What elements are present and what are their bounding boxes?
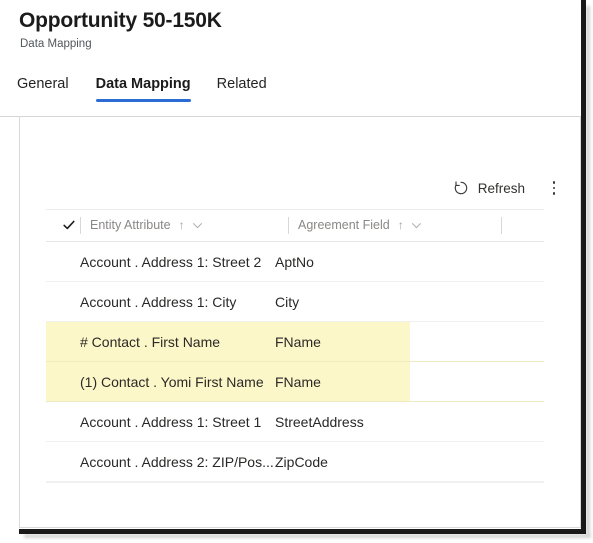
select-all-checkbox[interactable] [58,218,80,232]
page-header: Opportunity 50-150K Data Mapping General… [0,0,581,117]
column-header-agreement-field[interactable]: Agreement Field ↑ [289,209,501,241]
column-header-entity-attribute[interactable]: Entity Attribute ↑ [81,209,288,241]
table-row[interactable]: (1) Contact . Yomi First Name FName [46,362,544,402]
tab-strip: General Data Mapping Related [17,73,280,102]
window-shadow-bottom [24,534,591,538]
cell-agreement-field: StreetAddress [275,413,364,430]
page-title: Opportunity 50-150K [19,9,222,32]
table-row[interactable]: Account . Address 1: City City [46,282,544,322]
cell-entity-attribute: Account . Address 1: City [80,293,237,310]
command-bar: Refresh [20,168,580,208]
cell-entity-attribute: (1) Contact . Yomi First Name [80,373,264,390]
tab-related-label: Related [216,76,267,92]
grid-header-row: Entity Attribute ↑ Agreement Field ↑ [46,209,544,242]
checkmark-icon [62,218,76,232]
tab-general-label: General [17,76,69,92]
chevron-down-icon[interactable] [410,219,423,232]
data-mapping-grid: Entity Attribute ↑ Agreement Field ↑ Acc… [20,209,580,483]
grid-bottom-divider [46,482,544,483]
table-row[interactable]: Account . Address 1: Street 2 AptNo [46,242,544,282]
table-row[interactable]: Account . Address 2: ZIP/Pos... ZipCode [46,442,544,482]
cell-agreement-field: FName [275,333,321,350]
chevron-down-icon[interactable] [191,219,204,232]
sort-ascending-icon: ↑ [397,218,404,232]
tab-related[interactable]: Related [204,73,280,95]
cell-entity-attribute: # Contact . First Name [80,333,221,350]
kebab-dot-2 [552,186,556,190]
page-subtitle: Data Mapping [20,38,92,50]
refresh-icon [453,180,469,196]
window-shadow-right [586,6,590,534]
kebab-dot-3 [552,192,556,195]
refresh-button[interactable]: Refresh [445,175,533,201]
sort-ascending-icon: ↑ [178,218,185,232]
table-row[interactable]: Account . Address 1: Street 1 StreetAddr… [46,402,544,442]
cell-entity-attribute: Account . Address 1: Street 1 [80,413,262,430]
kebab-dot-1 [552,181,556,184]
tab-general[interactable]: General [17,73,83,95]
cell-entity-attribute: Account . Address 2: ZIP/Pos... [80,453,274,470]
data-mapping-panel: Refresh Entity Attribute ↑ Agreement Fie… [19,117,581,528]
column-divider-3 [501,216,502,234]
overflow-menu-button[interactable] [545,175,563,201]
column-header-entity-attribute-label: Entity Attribute [90,218,171,232]
refresh-label: Refresh [477,180,525,196]
cell-entity-attribute: Account . Address 1: Street 2 [80,253,262,270]
tab-data-mapping-label: Data Mapping [95,76,191,92]
cell-agreement-field: AptNo [275,253,314,270]
table-row[interactable]: # Contact . First Name FName [46,322,544,362]
cell-agreement-field: ZipCode [275,453,328,470]
column-header-agreement-field-label: Agreement Field [298,218,390,232]
cell-agreement-field: FName [275,373,321,390]
cell-agreement-field: City [275,293,300,310]
tab-data-mapping[interactable]: Data Mapping [83,73,204,102]
